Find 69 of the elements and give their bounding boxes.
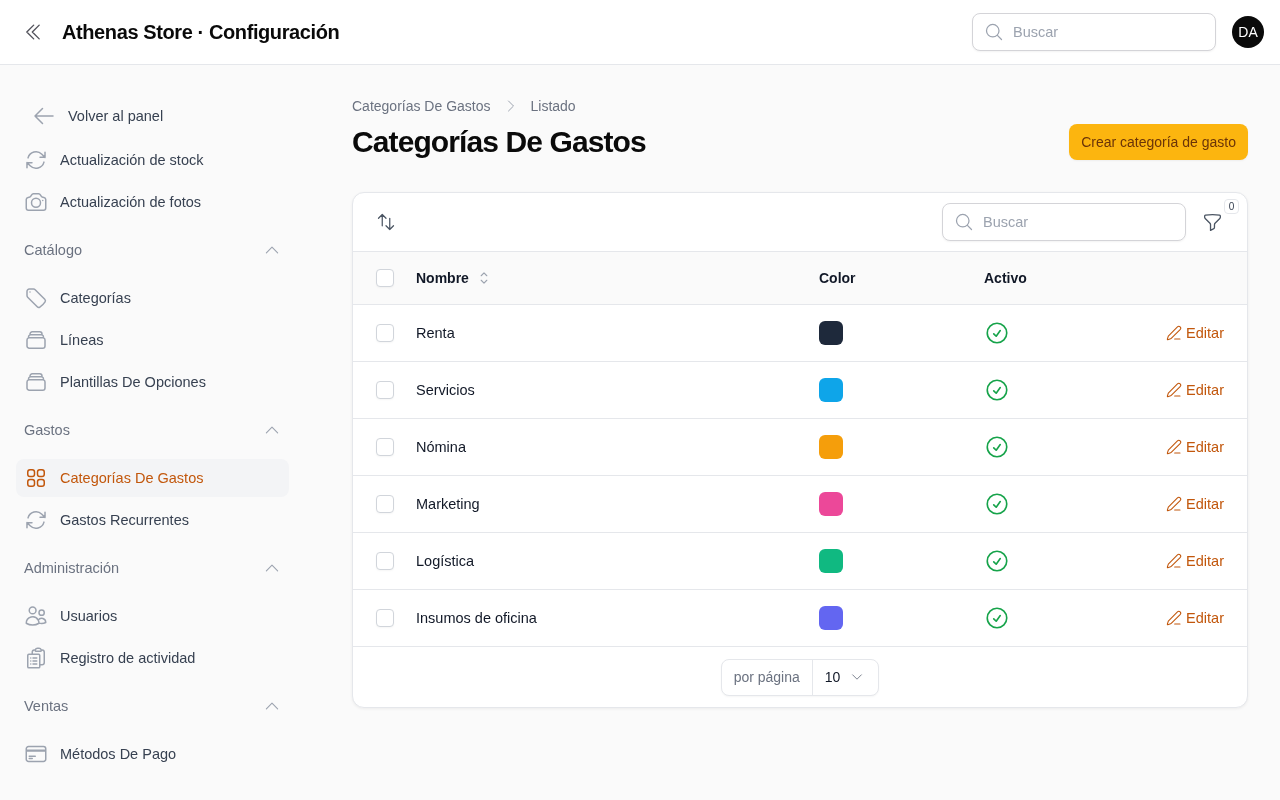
sidebar-item[interactable]: Actualización de fotos (16, 183, 289, 221)
row-checkbox[interactable] (376, 552, 394, 570)
per-page-label: por página (721, 659, 813, 695)
sort-icon (376, 212, 396, 232)
search-field[interactable]: Buscar (972, 13, 1216, 51)
sidebar-item[interactable]: Categorías De Gastos (16, 459, 289, 497)
column-header: Color (819, 270, 856, 286)
sidebar-item[interactable]: Usuarios (16, 597, 289, 635)
table-cell-text: Insumos de oficina (416, 610, 538, 626)
sidebar-item[interactable]: Actualización de stock (16, 141, 289, 179)
user-avatar[interactable]: DA (1232, 16, 1264, 48)
select-all-checkbox[interactable] (376, 269, 394, 287)
refresh-icon (24, 148, 48, 172)
table-cell-text: Marketing (416, 496, 481, 512)
filter-count-badge: 0 (1224, 198, 1239, 214)
edit-link[interactable]: Editar (1166, 610, 1224, 626)
column-header: Activo (984, 270, 1027, 286)
breadcrumb-link[interactable]: Categorías De Gastos (352, 98, 491, 114)
filter-button[interactable] (1202, 211, 1223, 233)
nav-group-toggle[interactable]: Ventas (16, 690, 289, 722)
column-header[interactable]: Nombre (416, 270, 469, 286)
sidebar-item[interactable]: Métodos De Pago (16, 735, 289, 773)
page-title: Categorías De Gastos (352, 125, 646, 159)
row-checkbox[interactable] (376, 381, 394, 399)
breadcrumb-link[interactable]: Listado (530, 98, 576, 114)
row-checkbox[interactable] (376, 609, 394, 627)
pencil-icon (1166, 553, 1183, 569)
search-icon (984, 22, 1004, 42)
edit-link[interactable]: Editar (1166, 325, 1224, 341)
sidebar-item[interactable]: Plantillas De Opciones (16, 363, 289, 401)
table-cell-text: Logística (416, 553, 476, 569)
edit-link[interactable]: Editar (1166, 439, 1224, 455)
clipboard-icon (24, 646, 48, 670)
table-search-field[interactable]: Buscar (942, 203, 1186, 241)
nav-group-toggle[interactable]: Administración (16, 552, 289, 584)
row-checkbox[interactable] (376, 495, 394, 513)
row-checkbox[interactable] (376, 324, 394, 342)
pencil-icon (1166, 325, 1183, 341)
table-cell-text: Servicios (416, 382, 476, 398)
per-page-select[interactable]: 10 (812, 659, 879, 695)
pencil-icon (1166, 610, 1183, 626)
refresh-icon (24, 508, 48, 532)
create-button[interactable]: Crear categoría de gasto (1069, 124, 1248, 160)
sidebar-item[interactable]: Registro de actividad (16, 639, 289, 677)
edit-link[interactable]: Editar (1166, 496, 1224, 512)
camera-icon (24, 190, 48, 214)
sidebar-item[interactable]: Líneas (16, 321, 289, 359)
stack-icon (24, 370, 48, 394)
stack-icon (24, 328, 48, 352)
nav-group-toggle[interactable]: Catálogo (16, 234, 289, 266)
table-cell-text: Nómina (416, 439, 467, 455)
app-title: Athenas Store · Configuración (62, 20, 341, 44)
search-icon (954, 212, 974, 232)
sort-button[interactable] (376, 212, 396, 232)
sidebar-item[interactable]: Categorías (16, 279, 289, 317)
sidebar-item[interactable]: Gastos Recurrentes (16, 501, 289, 539)
row-checkbox[interactable] (376, 438, 394, 456)
edit-link[interactable]: Editar (1166, 382, 1224, 398)
tag-icon (24, 286, 48, 310)
table-cell-text: Renta (416, 325, 456, 341)
back-link[interactable]: Volver al panel (16, 97, 289, 135)
pencil-icon (1166, 382, 1183, 398)
pencil-icon (1166, 439, 1183, 455)
edit-link[interactable]: Editar (1166, 553, 1224, 569)
filter-icon (1202, 211, 1223, 233)
pencil-icon (1166, 496, 1183, 512)
nav-group-toggle[interactable]: Gastos (16, 414, 289, 446)
users-icon (24, 604, 48, 628)
grid-icon (24, 466, 48, 490)
